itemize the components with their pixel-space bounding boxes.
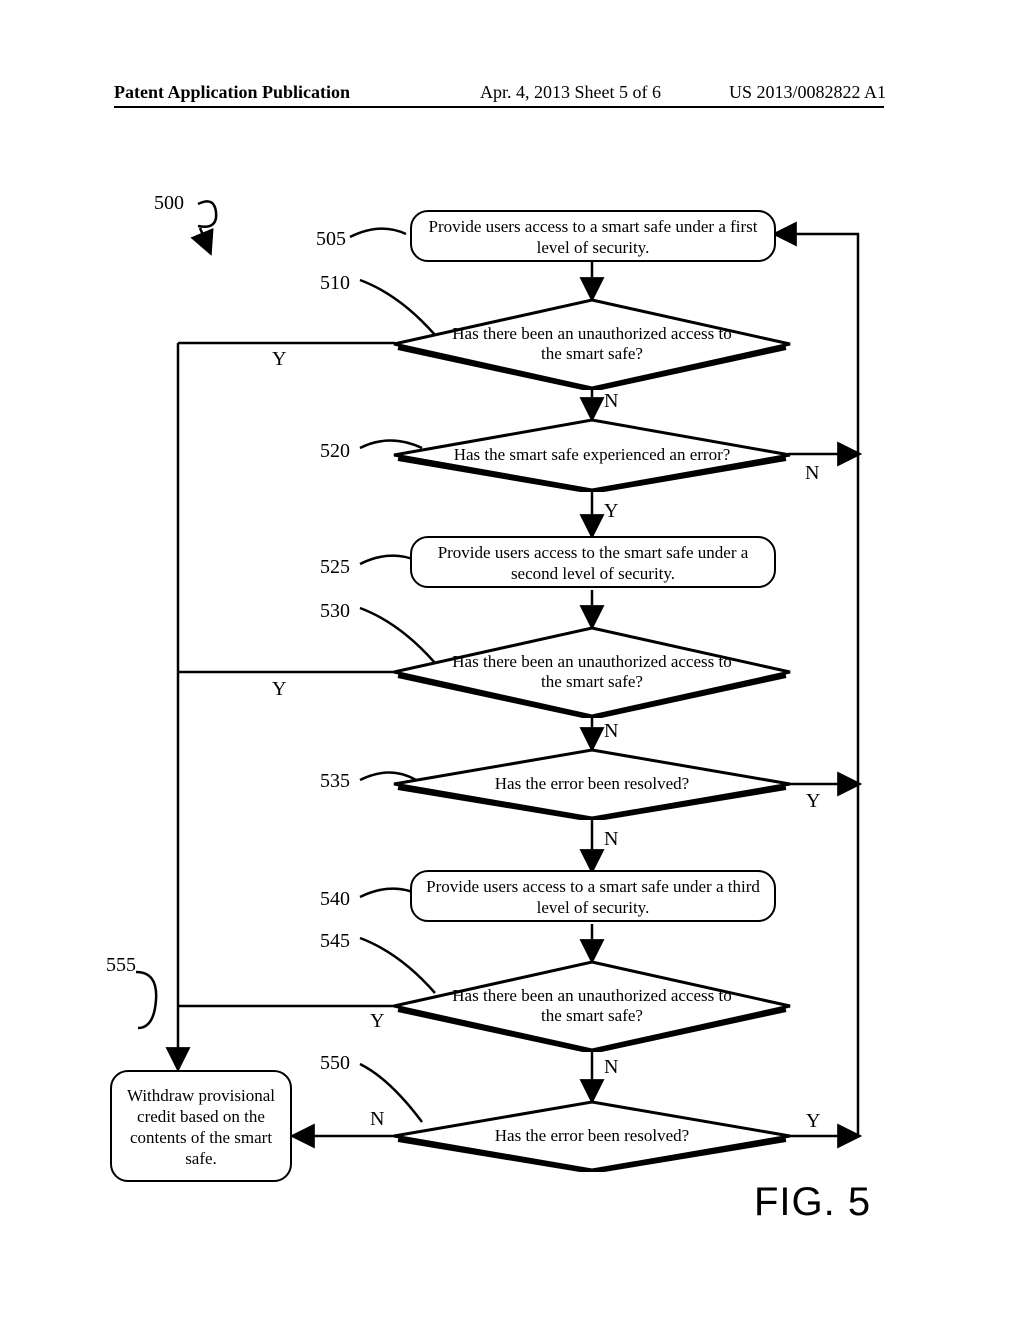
- edge-545-n: N: [604, 1056, 618, 1079]
- ref-540: 540: [320, 888, 350, 911]
- header-mid: Apr. 4, 2013 Sheet 5 of 6: [480, 82, 661, 103]
- edge-510-n: N: [604, 390, 618, 413]
- header-left: Patent Application Publication: [114, 82, 350, 103]
- ref-500: 500: [154, 192, 184, 215]
- header-rule: [114, 106, 884, 108]
- ref-510: 510: [320, 272, 350, 295]
- decision-545-text: Has there been an unauthorized access to…: [392, 960, 792, 1052]
- decision-520-text: Has the smart safe experienced an error?: [392, 418, 792, 492]
- decision-550: Has the error been resolved?: [392, 1100, 792, 1172]
- edge-535-n: N: [604, 828, 618, 851]
- edge-545-y: Y: [370, 1010, 384, 1033]
- edge-550-n: N: [370, 1108, 384, 1131]
- ref-555: 555: [106, 954, 136, 977]
- ref-550: 550: [320, 1052, 350, 1075]
- edge-520-n: N: [805, 462, 819, 485]
- ref-530: 530: [320, 600, 350, 623]
- edge-530-n: N: [604, 720, 618, 743]
- edge-520-y: Y: [604, 500, 618, 523]
- edge-510-y: Y: [272, 348, 286, 371]
- edge-530-y: Y: [272, 678, 286, 701]
- decision-550-text: Has the error been resolved?: [392, 1100, 792, 1172]
- ref-525: 525: [320, 556, 350, 579]
- process-505: Provide users access to a smart safe und…: [410, 210, 776, 262]
- patent-page: Patent Application Publication Apr. 4, 2…: [0, 0, 1024, 1320]
- figure-label: FIG. 5: [754, 1180, 871, 1225]
- ref-545: 545: [320, 930, 350, 953]
- process-525: Provide users access to the smart safe u…: [410, 536, 776, 588]
- ref-505: 505: [316, 228, 346, 251]
- header-right: US 2013/0082822 A1: [729, 82, 886, 103]
- decision-530: Has there been an unauthorized access to…: [392, 626, 792, 718]
- decision-510: Has there been an unauthorized access to…: [392, 298, 792, 390]
- decision-545: Has there been an unauthorized access to…: [392, 960, 792, 1052]
- ref-535: 535: [320, 770, 350, 793]
- decision-530-text: Has there been an unauthorized access to…: [392, 626, 792, 718]
- process-540: Provide users access to a smart safe und…: [410, 870, 776, 922]
- edge-535-y: Y: [806, 790, 820, 813]
- decision-520: Has the smart safe experienced an error?: [392, 418, 792, 492]
- decision-535-text: Has the error been resolved?: [392, 748, 792, 820]
- decision-510-text: Has there been an unauthorized access to…: [392, 298, 792, 390]
- decision-535: Has the error been resolved?: [392, 748, 792, 820]
- ref-520: 520: [320, 440, 350, 463]
- edge-550-y: Y: [806, 1110, 820, 1133]
- process-555: Withdraw provisional credit based on the…: [110, 1070, 292, 1182]
